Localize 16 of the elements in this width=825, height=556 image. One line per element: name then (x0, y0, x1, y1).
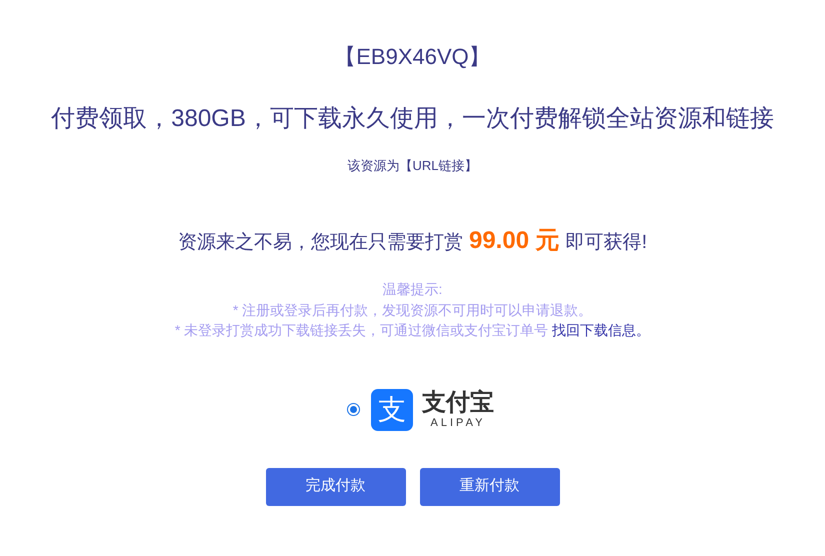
tip-text: * 注册或登录后再付款，发现资源不可用时可以申请退款。 (232, 300, 592, 320)
price-amount: 99.00 元 (468, 226, 560, 256)
resource-type: 该资源为【URL链接】 (347, 157, 478, 175)
payment-logo-icon: 支 (371, 388, 413, 430)
payment-subtitle: ALIPAY (430, 416, 486, 430)
radio-button[interactable] (347, 403, 360, 416)
payment-name: 支付宝 (422, 390, 494, 416)
recover-download-link[interactable]: 找回下载信息。 (552, 322, 650, 338)
price-suffix: 即可获得! (566, 231, 647, 255)
tips-title: 温馨提示: (382, 280, 442, 299)
tip-text: * 未登录打赏成功下载链接丢失，可通过微信或支付宝订单号 找回下载信息。 (174, 321, 650, 340)
resource-code: 【EB9X46VQ】 (334, 43, 491, 71)
headline: 付费领取，380GB，可下载永久使用，一次付费解锁全站资源和链接 (51, 104, 774, 134)
price-prefix: 资源来之不易，您现在只需要打赏 (178, 231, 463, 255)
payment-button[interactable]: 完成付款 (266, 468, 406, 506)
payment-button[interactable]: 重新付款 (420, 468, 560, 506)
